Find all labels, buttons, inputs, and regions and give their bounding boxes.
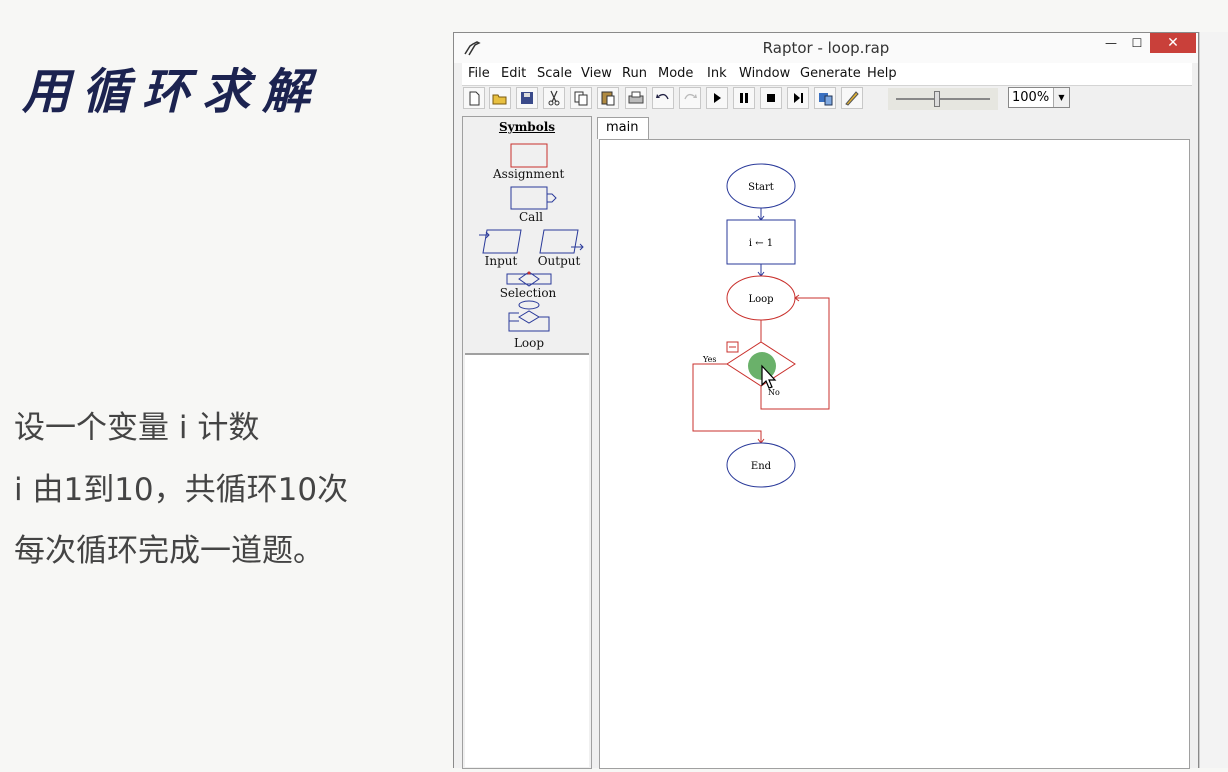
zoom-value: 100%: [1012, 90, 1050, 105]
flowchart: Start i ← 1 Loop No Yes End: [692, 163, 830, 488]
pen-icon[interactable]: [841, 87, 863, 109]
menu-generate[interactable]: Generate: [800, 66, 861, 81]
toolbar: [460, 86, 866, 112]
flow-loop-label: Loop: [748, 294, 773, 305]
input-symbol[interactable]: [482, 229, 522, 254]
copy-icon[interactable]: [570, 87, 592, 109]
chevron-down-icon[interactable]: ▼: [1053, 88, 1069, 107]
paste-icon[interactable]: [597, 87, 619, 109]
redo-icon[interactable]: [679, 87, 701, 109]
symbols-panel: Symbols Assignment Call Input Output Sel…: [462, 116, 592, 769]
slide-line-3: 每次循环完成一道题。: [14, 533, 324, 569]
output-symbol[interactable]: [539, 229, 579, 254]
menu-window[interactable]: Window: [739, 66, 790, 81]
raptor-window: Raptor - loop.rap — ☐ ✕ File Edit Scale …: [453, 32, 1199, 769]
menu-bar: File Edit Scale View Run Mode Ink Window…: [462, 63, 1192, 86]
zoom-slider-thumb[interactable]: [934, 91, 940, 107]
flow-end-label: End: [751, 461, 772, 472]
pause-icon[interactable]: [733, 87, 755, 109]
flow-assignment-label: i ← 1: [749, 238, 773, 249]
slide-title: 用循环求解: [22, 64, 323, 120]
slide-line-1: 设一个变量 i 计数: [14, 410, 260, 446]
assignment-symbol[interactable]: [510, 143, 548, 168]
menu-help[interactable]: Help: [867, 66, 897, 81]
play-icon[interactable]: [706, 87, 728, 109]
title-bar: Raptor - loop.rap — ☐ ✕: [454, 33, 1198, 63]
symbol-label-call: Call: [518, 210, 543, 224]
symbol-label-selection: Selection: [499, 286, 557, 300]
print-icon[interactable]: [625, 87, 647, 109]
menu-run[interactable]: Run: [622, 66, 647, 81]
tab-main[interactable]: main: [597, 117, 649, 139]
menu-ink[interactable]: Ink: [707, 66, 727, 81]
stop-icon[interactable]: [760, 87, 782, 109]
step-icon[interactable]: [787, 87, 809, 109]
menu-mode[interactable]: Mode: [658, 66, 693, 81]
menu-scale[interactable]: Scale: [537, 66, 572, 81]
symbols-shapes: [479, 143, 584, 332]
symbol-label-assignment: Assignment: [493, 167, 565, 181]
background-window-edge: [1199, 32, 1228, 768]
window-title: Raptor - loop.rap: [762, 39, 890, 57]
loop-symbol[interactable]: [518, 300, 540, 310]
new-file-icon[interactable]: [463, 87, 485, 109]
symbol-label-input: Input: [484, 254, 518, 268]
flowchart-canvas[interactable]: Start i ← 1 Loop No Yes End: [599, 139, 1190, 769]
minimize-button[interactable]: —: [1098, 33, 1124, 53]
flow-start-label: Start: [748, 182, 774, 193]
symbol-label-output: Output: [537, 254, 581, 268]
call-symbol[interactable]: [510, 186, 548, 210]
zoom-slider[interactable]: [888, 88, 998, 110]
zoom-slider-track: [896, 98, 990, 100]
menu-file[interactable]: File: [468, 66, 490, 81]
flow-no-label: No: [768, 388, 780, 397]
open-folder-icon[interactable]: [489, 87, 511, 109]
undo-icon[interactable]: [652, 87, 674, 109]
close-button[interactable]: ✕: [1150, 33, 1196, 53]
slide-line-2: i 由1到10，共循环10次: [14, 472, 349, 508]
cut-icon[interactable]: [543, 87, 565, 109]
save-icon[interactable]: [516, 87, 538, 109]
symbol-label-loop: Loop: [513, 336, 545, 350]
menu-view[interactable]: View: [581, 66, 612, 81]
variables-area: [465, 353, 589, 767]
zoom-select[interactable]: 100% ▼: [1008, 87, 1070, 108]
test-server-icon[interactable]: [814, 87, 836, 109]
menu-edit[interactable]: Edit: [501, 66, 526, 81]
flow-yes-label: Yes: [702, 355, 716, 364]
maximize-button[interactable]: ☐: [1124, 33, 1150, 53]
